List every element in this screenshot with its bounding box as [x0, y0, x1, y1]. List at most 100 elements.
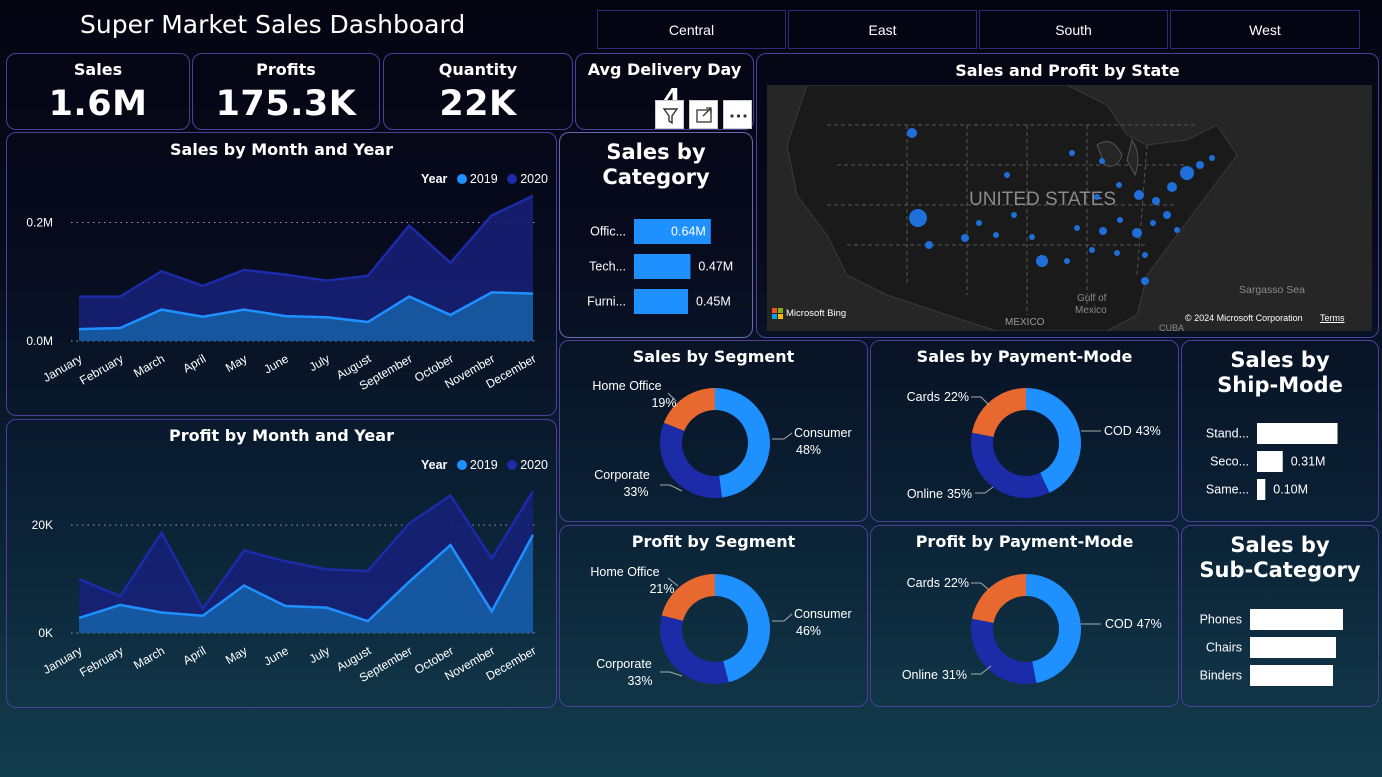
y-tick-label: 20K	[32, 518, 53, 532]
leader-line	[971, 396, 990, 406]
bar-category-label: Offic...	[590, 225, 626, 239]
donut-label-pct: 33%	[627, 674, 652, 688]
bar-category-label: Phones	[1200, 613, 1242, 627]
leader-line	[975, 486, 994, 494]
donut-label-name: Home Office	[590, 565, 659, 579]
donut-label: Consumer 46%	[794, 607, 852, 638]
sales-category-plot: Offic... 0.64M Tech... 0.47M Furni... 0.45M	[587, 219, 733, 314]
leader-line	[660, 671, 683, 677]
map-card[interactable]: Sales and Profit by State UNITED STATES …	[756, 53, 1379, 338]
donut-label-name: Corporate	[596, 657, 652, 671]
x-tick-label: February	[77, 351, 126, 387]
donut-slice-corporate	[660, 422, 722, 498]
map-attribution: Microsoft Bing	[786, 308, 847, 319]
kpi-card-quantity[interactable]: Quantity 22K	[383, 53, 573, 130]
donut-label-pct: 43%	[1136, 424, 1161, 438]
donut-label: Online 35%	[907, 487, 972, 501]
donut-label-name: Cards	[907, 390, 940, 404]
map-label-sargasso: Sargasso Sea	[1239, 284, 1305, 296]
sales-by-subcategory-card[interactable]: Sales by Sub-Category Phones Chairs Binder…	[1181, 525, 1379, 707]
donut-label-name: Corporate	[594, 468, 650, 482]
kpi-value: 1.6M	[48, 84, 148, 124]
sales-segment-plot: Consumer 48% Corporate 33% Home Office 19%	[592, 379, 852, 499]
bar	[1257, 451, 1283, 472]
focus-mode-icon[interactable]	[689, 100, 718, 129]
donut-slice-cards	[971, 574, 1026, 623]
bar	[634, 289, 688, 314]
bar-category-label: Binders	[1200, 669, 1242, 683]
more-options-icon[interactable]	[723, 100, 752, 129]
sales-by-segment-card[interactable]: Sales by Segment Consumer 48% Corporate 33%…	[559, 340, 868, 522]
map-copyright: © 2024 Microsoft Corporation	[1185, 313, 1303, 323]
dashboard-canvas: Super Market Sales Dashboard Central Eas…	[0, 0, 1382, 777]
donut-label: COD 47%	[1105, 617, 1162, 631]
map-terms-link[interactable]: Terms	[1320, 313, 1345, 323]
sales-by-category-card[interactable]: Sales by Category Offic... 0.64M Tech... 0.…	[559, 132, 753, 338]
sales-subcategory-plot: Phones Chairs Binders	[1200, 609, 1343, 686]
donut-label-name: Consumer	[794, 607, 852, 621]
donut-label-pct: 22%	[944, 390, 969, 404]
x-tick-label: May	[223, 351, 250, 374]
slicer-region-west[interactable]: West	[1170, 10, 1360, 49]
profit-by-month-card[interactable]: Profit by Month and Year Year 2019 2020 …	[6, 419, 557, 708]
leader-line	[772, 613, 793, 622]
donut-label-pct: 46%	[796, 624, 821, 638]
donut-label: COD 43%	[1104, 424, 1161, 438]
slicer-region-central[interactable]: Central	[597, 10, 786, 49]
kpi-label: Avg Delivery Day	[587, 60, 742, 79]
x-tick-label: June	[261, 351, 291, 376]
sales-month-plot: 0.0M 0.2M JanuaryFebruary March April May June…	[26, 194, 539, 393]
donut-label-name: Online	[907, 487, 943, 501]
bar-category-label: Seco...	[1210, 455, 1249, 469]
kpi-card-sales[interactable]: Sales 1.6M	[6, 53, 190, 130]
donut-slice-corporate	[660, 615, 729, 684]
donut-label-name: Consumer	[794, 426, 852, 440]
sales-by-month-card[interactable]: Sales by Month and Year Year 2019 2020 0…	[6, 132, 557, 416]
donut-label: Cards 22%	[907, 576, 969, 590]
map-country-label: UNITED STATES	[969, 189, 1116, 210]
sales-by-shipmode-card[interactable]: Sales by Ship-Mode Stand... Seco... 0.31M S…	[1181, 340, 1379, 522]
slicer-region-south[interactable]: South	[979, 10, 1168, 49]
map-label-gulf: Gulf of Mexico	[1075, 293, 1107, 316]
us-map-svg: UNITED STATES MEXICO Gulf of Mexico Sarga…	[786, 85, 1305, 331]
x-tick-label: February	[77, 643, 126, 679]
x-tick-label: July	[307, 351, 332, 374]
profit-payment-plot: COD 47% Online 31% Cards 22%	[902, 574, 1162, 684]
kpi-label: Quantity	[438, 60, 518, 79]
profit-by-segment-card[interactable]: Profit by Segment Consumer 46% Corporate 33…	[559, 525, 868, 707]
visual-header-toolbar	[655, 100, 755, 129]
map-canvas[interactable]: UNITED STATES MEXICO Gulf of Mexico Sarga…	[767, 85, 1372, 331]
donut-label-name: Online	[902, 668, 938, 682]
donut-label: Corporate 33%	[596, 657, 652, 688]
profit-by-payment-card[interactable]: Profit by Payment-Mode COD 47% Online 31% Ca…	[870, 525, 1179, 707]
x-tick-label: June	[261, 643, 291, 668]
kpi-card-profits[interactable]: Profits 175.3K	[192, 53, 380, 130]
slicer-region-east[interactable]: East	[788, 10, 977, 49]
x-tick-label: January	[41, 351, 85, 384]
dashboard-title: Super Market Sales Dashboard	[80, 10, 466, 39]
map-title: Sales and Profit by State	[955, 61, 1180, 80]
bar	[634, 254, 691, 279]
donut-label: Corporate 33%	[594, 468, 650, 499]
bar-category-label: Furni...	[587, 295, 626, 309]
sales-shipmode-plot: Stand... Seco... 0.31M Same... 0.10M	[1206, 423, 1338, 500]
donut-label-pct: 31%	[942, 668, 967, 682]
bar-data-label: 0.64M	[671, 225, 706, 239]
profit-month-plot: 0K 20K JanuaryFebruary March April May June Jul…	[32, 490, 539, 685]
map-label-mexico: MEXICO	[1005, 317, 1045, 328]
bar	[1250, 637, 1336, 658]
sales-by-payment-card[interactable]: Sales by Payment-Mode COD 43% Online 35% Car…	[870, 340, 1179, 522]
filter-icon[interactable]	[655, 100, 684, 129]
bar-category-label: Stand...	[1206, 427, 1249, 441]
donut-label-pct: 22%	[944, 576, 969, 590]
donut-slice-cards	[971, 388, 1026, 437]
donut-label-name: COD	[1105, 617, 1133, 631]
x-tick-label: May	[223, 643, 250, 666]
kpi-label: Profits	[256, 60, 316, 79]
donut-label-name: Home Office	[592, 379, 661, 393]
bar-data-label: 0.10M	[1273, 483, 1308, 497]
bing-logo-icon	[772, 308, 783, 319]
kpi-value: 175.3K	[215, 84, 357, 124]
leader-line	[660, 484, 683, 492]
donut-label: Online 31%	[902, 668, 967, 682]
